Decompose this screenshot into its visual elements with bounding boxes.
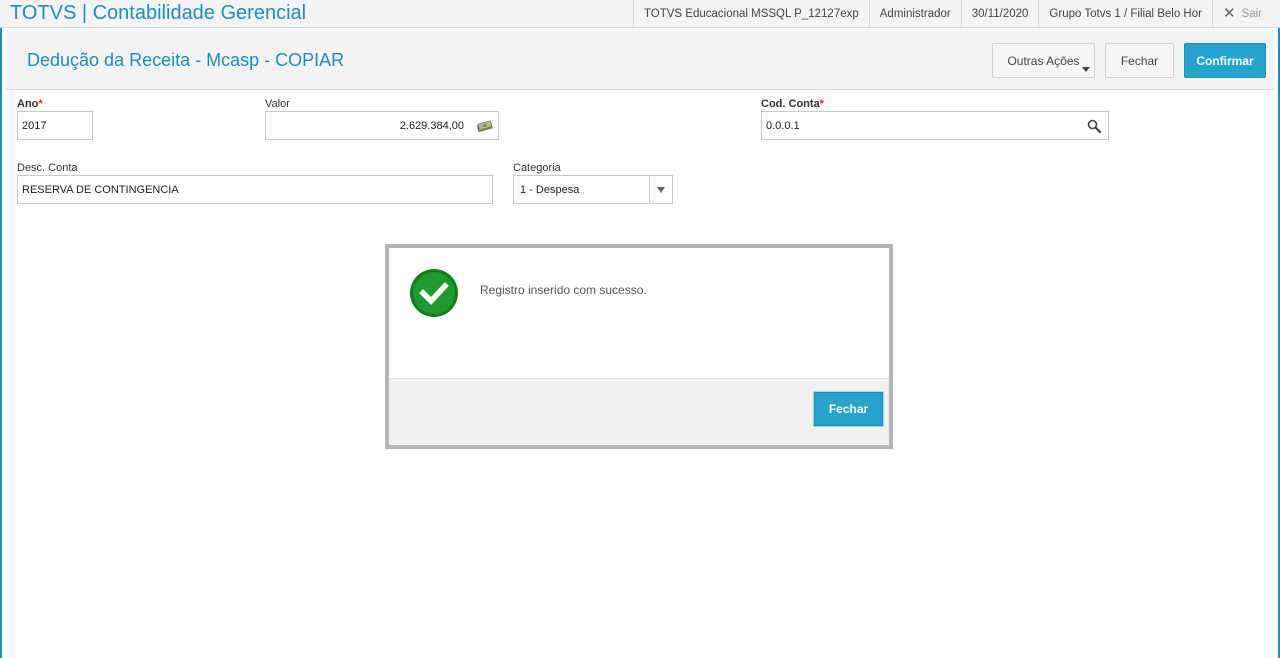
cod-conta-label: Cod. Conta* <box>761 98 824 110</box>
categoria-value: 1 - Despesa <box>520 183 580 196</box>
close-icon: ✕ <box>1222 5 1236 22</box>
environment-label[interactable]: TOTVS Educacional MSSQL P_12127exp <box>632 0 869 28</box>
ano-input[interactable]: 2017 <box>17 111 93 140</box>
categoria-select[interactable]: 1 - Despesa <box>513 175 673 204</box>
dialog-close-button[interactable]: Fechar <box>814 392 883 426</box>
categoria-label: Categoria <box>513 162 561 174</box>
success-dialog: Registro inserido com sucesso. Fechar <box>385 244 893 449</box>
app-title: TOTVS | Contabilidade Gerencial <box>10 2 307 24</box>
exit-button[interactable]: ✕ Sair <box>1211 0 1280 28</box>
caret-down-icon <box>1082 67 1090 72</box>
search-icon[interactable] <box>1087 119 1101 133</box>
chevron-down-icon[interactable] <box>649 176 672 203</box>
more-actions-button[interactable]: Outras Ações <box>992 43 1095 78</box>
valor-input[interactable]: 2.629.384,00 <box>265 111 499 140</box>
page-header: Dedução da Receita - Mcasp - COPIAR Outr… <box>6 30 1274 90</box>
confirm-button[interactable]: Confirmar <box>1184 43 1266 78</box>
money-icon[interactable] <box>476 120 493 132</box>
success-check-icon <box>410 269 458 317</box>
user-label[interactable]: Administrador <box>868 0 961 28</box>
required-mark: * <box>38 98 43 110</box>
close-button[interactable]: Fechar <box>1105 43 1174 78</box>
ano-label: Ano* <box>17 98 43 110</box>
session-info: TOTVS Educacional MSSQL P_12127exp Admin… <box>632 0 1280 28</box>
dialog-body: Registro inserido com sucesso. Fechar <box>389 248 889 445</box>
dialog-message: Registro inserido com sucesso. <box>480 283 647 297</box>
more-actions-label: Outras Ações <box>1007 53 1080 68</box>
desc-conta-input[interactable]: RESERVA DE CONTINGENCIA <box>17 175 493 204</box>
valor-label: Valor <box>265 98 290 110</box>
valor-value: 2.629.384,00 <box>399 119 464 132</box>
exit-label: Sair <box>1241 8 1262 20</box>
dialog-footer: Fechar <box>389 378 889 445</box>
company-label[interactable]: Grupo Totvs 1 / Filial Belo Hor <box>1038 0 1212 28</box>
required-mark: * <box>819 98 824 110</box>
top-bar: TOTVS | Contabilidade Gerencial TOTVS Ed… <box>0 0 1280 28</box>
cod-conta-input[interactable]: 0.0.0.1 <box>761 111 1109 140</box>
page-title: Dedução da Receita - Mcasp - COPIAR <box>27 50 345 70</box>
cod-conta-value: 0.0.0.1 <box>766 119 800 132</box>
frame-left-border <box>0 28 2 658</box>
date-label[interactable]: 30/11/2020 <box>960 0 1039 28</box>
desc-conta-label: Desc. Conta <box>17 162 78 174</box>
